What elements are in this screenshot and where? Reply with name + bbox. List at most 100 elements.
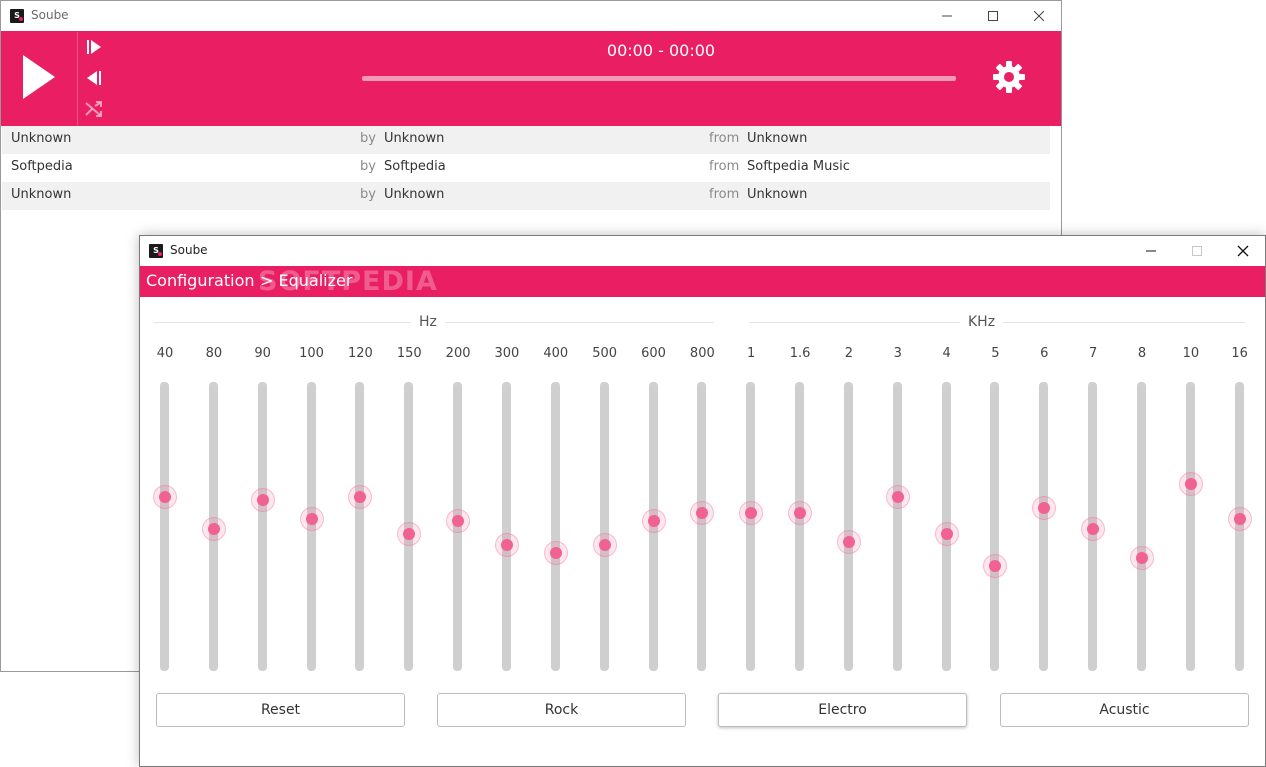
track-title: Unknown bbox=[11, 131, 72, 146]
eq-slider-track[interactable] bbox=[550, 382, 560, 671]
eq-slider-thumb[interactable] bbox=[1130, 546, 1154, 571]
eq-slider-thumb[interactable] bbox=[153, 485, 177, 510]
breadcrumb-configuration[interactable]: Configuration bbox=[146, 271, 255, 290]
eq-header: SOFTPEDIA Configuration > Equalizer bbox=[140, 266, 1265, 297]
eq-slider-track[interactable] bbox=[257, 382, 267, 671]
eq-slider-thumb[interactable] bbox=[983, 554, 1008, 579]
eq-band-1: 1 bbox=[736, 336, 766, 676]
eq-band-label: 100 bbox=[299, 346, 324, 361]
eq-slider-track[interactable] bbox=[697, 382, 707, 671]
skip-previous-icon[interactable] bbox=[84, 68, 104, 88]
track-artist: Unknown bbox=[384, 187, 445, 202]
eq-band-label: 10 bbox=[1182, 346, 1200, 361]
eq-slider-thumb[interactable] bbox=[739, 501, 764, 526]
eq-slider-thumb[interactable] bbox=[397, 522, 422, 547]
eq-band-500: 500 bbox=[590, 336, 620, 676]
eq-band-label: 4 bbox=[942, 346, 951, 361]
eq-band-label: 150 bbox=[396, 346, 422, 361]
eq-slider-thumb[interactable] bbox=[543, 541, 568, 565]
eq-slider-thumb[interactable] bbox=[299, 506, 324, 531]
eq-slider-thumb[interactable] bbox=[1227, 506, 1252, 531]
eq-slider-thumb[interactable] bbox=[348, 485, 373, 510]
shuffle-icon[interactable] bbox=[84, 99, 104, 119]
eq-slider-thumb[interactable] bbox=[690, 501, 715, 526]
playback-controls bbox=[77, 32, 107, 125]
preset-electro-button[interactable]: Electro bbox=[718, 693, 967, 727]
eq-slider-thumb[interactable] bbox=[1032, 495, 1057, 520]
eq-band-200: 200 bbox=[443, 336, 473, 676]
from-label: from bbox=[709, 159, 740, 174]
eq-slider-track[interactable] bbox=[160, 382, 169, 671]
main-window-title: Soube bbox=[31, 8, 69, 22]
eq-slider-track[interactable] bbox=[1137, 382, 1146, 671]
eq-band-label: 16 bbox=[1231, 346, 1248, 361]
eq-slider-track[interactable] bbox=[1185, 382, 1195, 671]
eq-slider-thumb[interactable] bbox=[788, 501, 813, 526]
minimize-button[interactable] bbox=[1128, 236, 1174, 266]
track-list: Unknown by Unknown from Unknown Softpedi… bbox=[2, 126, 1050, 210]
eq-band-150: 150 bbox=[394, 336, 424, 676]
eq-slider-thumb[interactable] bbox=[1081, 517, 1106, 542]
main-titlebar: S Soube bbox=[1, 1, 1061, 31]
close-button[interactable] bbox=[1220, 236, 1266, 266]
eq-slider-track[interactable] bbox=[746, 382, 756, 671]
skip-next-icon[interactable] bbox=[84, 37, 104, 57]
eq-band-7: 7 bbox=[1078, 336, 1108, 676]
eq-band-label: 600 bbox=[641, 346, 666, 361]
eq-slider-track[interactable] bbox=[990, 382, 1000, 671]
close-button[interactable] bbox=[1016, 1, 1062, 31]
eq-band-90: 90 bbox=[248, 336, 278, 676]
eq-slider-track[interactable] bbox=[892, 382, 902, 671]
play-icon[interactable] bbox=[23, 55, 55, 99]
minimize-button[interactable] bbox=[924, 1, 970, 31]
eq-slider-thumb[interactable] bbox=[934, 522, 959, 547]
equalizer-window: S Soube SOFTPEDIA Configuration > Equali… bbox=[139, 235, 1266, 767]
eq-slider-track[interactable] bbox=[599, 382, 609, 671]
eq-slider-track[interactable] bbox=[1039, 382, 1049, 671]
eq-band-label: 500 bbox=[592, 346, 618, 361]
track-artist: Softpedia bbox=[384, 159, 446, 174]
eq-slider-thumb[interactable] bbox=[250, 488, 275, 512]
eq-slider-thumb[interactable] bbox=[494, 533, 519, 558]
eq-band-label: 120 bbox=[347, 346, 373, 361]
eq-band-120: 120 bbox=[345, 336, 375, 676]
eq-slider-track[interactable] bbox=[501, 382, 511, 671]
eq-slider-thumb[interactable] bbox=[446, 509, 471, 534]
eq-slider-track[interactable] bbox=[795, 382, 805, 671]
eq-slider-thumb[interactable] bbox=[641, 509, 666, 534]
gear-icon[interactable] bbox=[991, 59, 1027, 95]
preset-rock-button[interactable]: Rock bbox=[437, 693, 686, 727]
eq-band-400: 400 bbox=[541, 336, 571, 676]
by-label: by bbox=[360, 159, 376, 174]
eq-band-label: 5 bbox=[991, 346, 1000, 361]
eq-slider-track[interactable] bbox=[355, 382, 365, 671]
maximize-button bbox=[1174, 236, 1220, 266]
eq-band-600: 600 bbox=[639, 336, 669, 676]
app-logo-icon: S bbox=[10, 9, 24, 23]
maximize-button[interactable] bbox=[970, 1, 1016, 31]
track-row[interactable]: Unknown by Unknown from Unknown bbox=[2, 182, 1050, 210]
eq-slider-thumb[interactable] bbox=[885, 485, 910, 510]
eq-slider-thumb[interactable] bbox=[1178, 472, 1203, 497]
eq-slider-track[interactable] bbox=[843, 382, 853, 671]
eq-slider-thumb[interactable] bbox=[836, 530, 861, 555]
progress-bar[interactable] bbox=[362, 76, 956, 81]
eq-band-10: 10 bbox=[1176, 336, 1206, 676]
eq-band-label: 800 bbox=[689, 346, 715, 361]
track-row[interactable]: Unknown by Unknown from Unknown bbox=[2, 126, 1050, 154]
eq-band-8: 8 bbox=[1127, 336, 1157, 676]
eq-slider-thumb[interactable] bbox=[592, 533, 617, 558]
preset-acustic-button[interactable]: Acustic bbox=[1000, 693, 1249, 727]
eq-window-title: Soube bbox=[170, 243, 208, 257]
eq-band-16: 16 bbox=[1225, 336, 1255, 676]
from-label: from bbox=[709, 187, 740, 202]
eq-band-label: 200 bbox=[445, 346, 471, 361]
track-row[interactable]: Softpedia by Softpedia from Softpedia Mu… bbox=[2, 154, 1050, 182]
track-album: Softpedia Music bbox=[747, 159, 850, 174]
eq-band-label: 6 bbox=[1040, 346, 1049, 361]
eq-band-label: 80 bbox=[205, 346, 223, 361]
eq-band-label: 3 bbox=[893, 346, 902, 361]
eq-slider-thumb[interactable] bbox=[201, 517, 226, 542]
by-label: by bbox=[360, 131, 376, 146]
preset-reset-button[interactable]: Reset bbox=[156, 693, 405, 727]
